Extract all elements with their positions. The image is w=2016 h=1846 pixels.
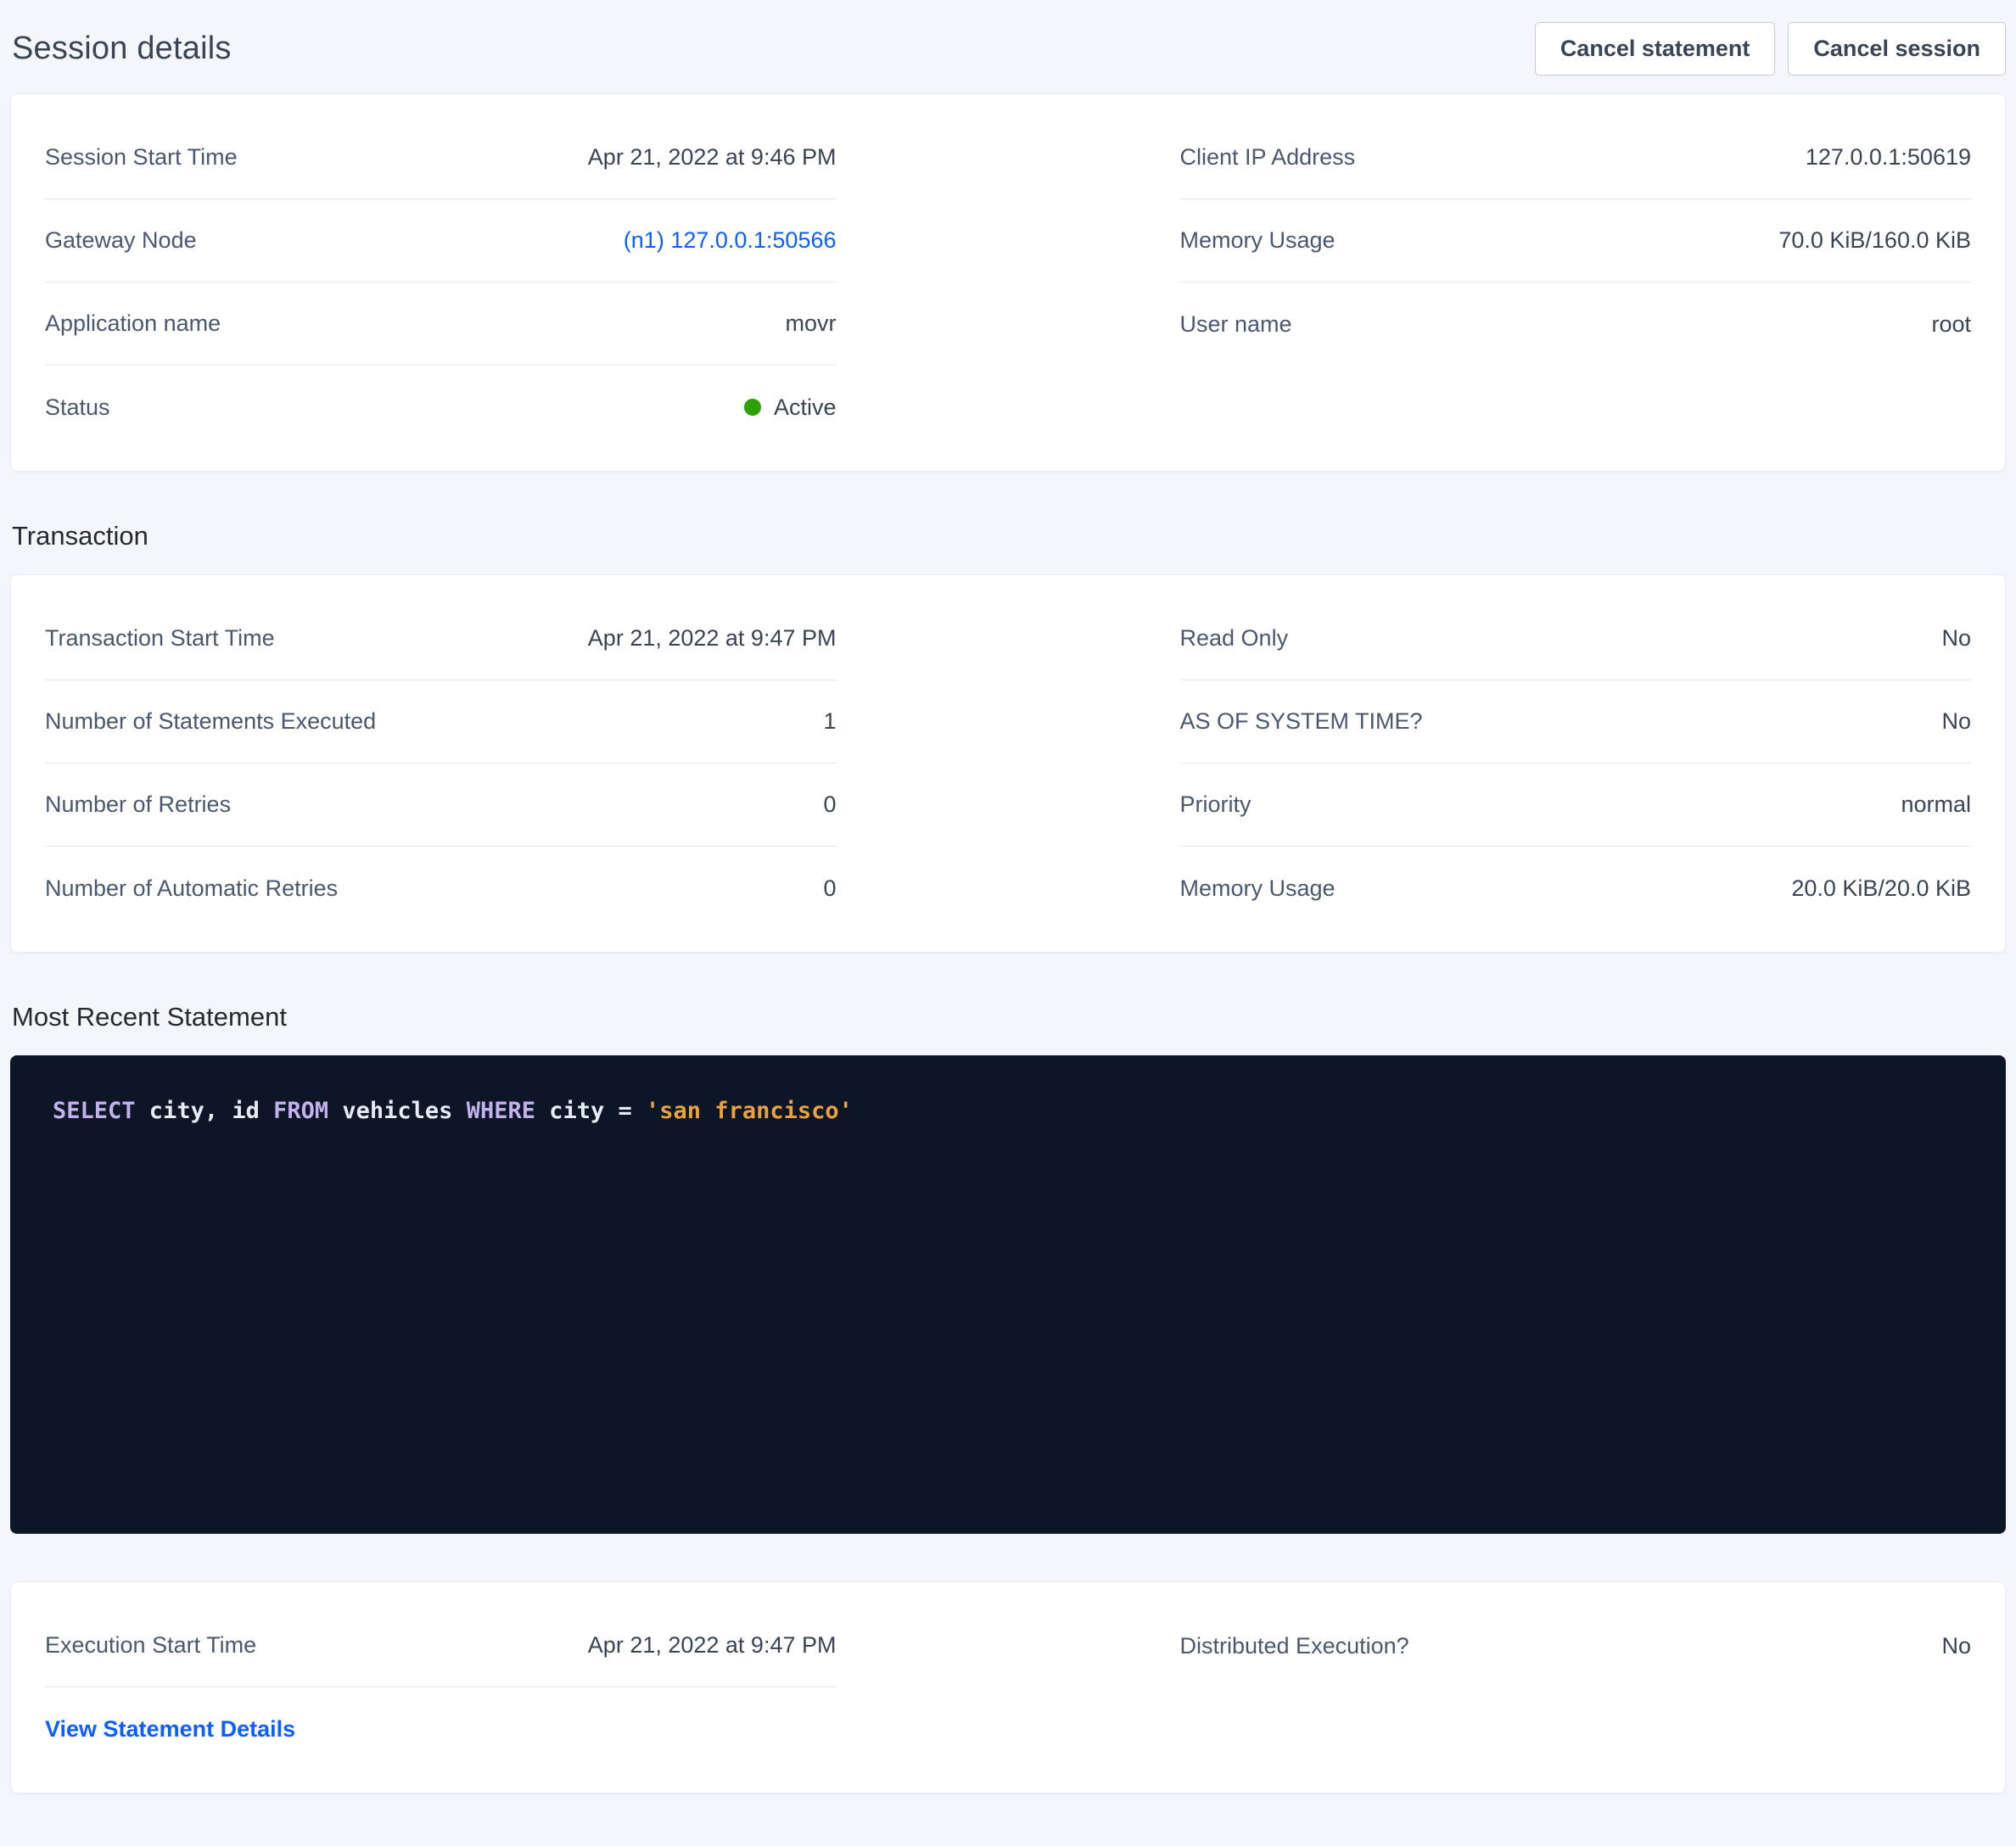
detail-label: Read Only — [1180, 625, 1289, 652]
detail-value: root — [1931, 311, 1971, 338]
as-of-system-time-row: AS OF SYSTEM TIME? No — [1180, 680, 1972, 764]
gateway-node-row: Gateway Node (n1) 127.0.0.1:50566 — [45, 199, 837, 282]
transaction-card-left-column: Transaction Start Time Apr 21, 2022 at 9… — [45, 597, 837, 930]
sql-token: city, id — [136, 1098, 274, 1124]
page-header: Session details Cancel statement Cancel … — [10, 0, 2006, 81]
detail-label: Memory Usage — [1180, 875, 1336, 902]
detail-value: 0 — [823, 875, 836, 902]
detail-label: AS OF SYSTEM TIME? — [1180, 708, 1423, 735]
status-row: Status Active — [45, 366, 837, 449]
transaction-card: Transaction Start Time Apr 21, 2022 at 9… — [10, 574, 2006, 953]
most-recent-statement-title: Most Recent Statement — [12, 1002, 2006, 1032]
detail-value: Apr 21, 2022 at 9:46 PM — [588, 144, 837, 171]
session-start-time-row: Session Start Time Apr 21, 2022 at 9:46 … — [45, 116, 837, 199]
statements-executed-row: Number of Statements Executed 1 — [45, 680, 837, 764]
user-name-row: User name root — [1180, 282, 1972, 366]
detail-value: 20.0 KiB/20.0 KiB — [1791, 875, 1971, 902]
status-active-dot-icon — [744, 399, 761, 416]
detail-label: Number of Automatic Retries — [45, 875, 338, 902]
detail-value: Apr 21, 2022 at 9:47 PM — [588, 625, 837, 652]
session-details-page: Session details Cancel statement Cancel … — [0, 0, 2016, 1793]
detail-value: No — [1941, 708, 1971, 735]
execution-start-time-row: Execution Start Time Apr 21, 2022 at 9:4… — [45, 1604, 837, 1687]
cancel-session-button[interactable]: Cancel session — [1788, 22, 2006, 76]
view-statement-details-link[interactable]: View Statement Details — [45, 1716, 295, 1743]
transaction-memory-usage-row: Memory Usage 20.0 KiB/20.0 KiB — [1180, 847, 1972, 930]
sql-token: city = — [535, 1098, 646, 1124]
sql-token: FROM — [273, 1098, 328, 1124]
detail-value: movr — [786, 310, 837, 337]
retries-row: Number of Retries 0 — [45, 764, 837, 847]
read-only-row: Read Only No — [1180, 597, 1972, 680]
transaction-card-right-column: Read Only No AS OF SYSTEM TIME? No Prior… — [1180, 597, 1972, 930]
detail-label: User name — [1180, 311, 1292, 338]
detail-label: Gateway Node — [45, 227, 197, 254]
detail-label: Priority — [1180, 792, 1252, 818]
priority-row: Priority normal — [1180, 764, 1972, 847]
distributed-execution-row: Distributed Execution? No — [1180, 1604, 1972, 1687]
sql-statement-box: SELECT city, id FROM vehicles WHERE city… — [10, 1055, 2006, 1534]
application-name-row: Application name movr — [45, 282, 837, 366]
detail-label: Number of Statements Executed — [45, 708, 376, 735]
execution-card-left-column: Execution Start Time Apr 21, 2022 at 9:4… — [45, 1604, 837, 1770]
session-card-left-column: Session Start Time Apr 21, 2022 at 9:46 … — [45, 116, 837, 449]
automatic-retries-row: Number of Automatic Retries 0 — [45, 847, 837, 930]
transaction-start-time-row: Transaction Start Time Apr 21, 2022 at 9… — [45, 597, 837, 680]
detail-label: Transaction Start Time — [45, 625, 275, 652]
page-title: Session details — [12, 31, 232, 67]
session-summary-card: Session Start Time Apr 21, 2022 at 9:46 … — [10, 93, 2006, 472]
sql-token: vehicles — [328, 1098, 467, 1124]
sql-token: SELECT — [53, 1098, 136, 1124]
status-value: Active — [774, 394, 837, 421]
detail-value: 1 — [823, 708, 836, 735]
detail-label: Number of Retries — [45, 792, 231, 818]
sql-token: 'san francisco' — [646, 1098, 853, 1124]
detail-label: Status — [45, 394, 110, 421]
detail-value: 0 — [823, 792, 836, 818]
cancel-statement-button[interactable]: Cancel statement — [1535, 22, 1776, 76]
detail-value: No — [1941, 625, 1971, 652]
detail-label: Distributed Execution? — [1180, 1633, 1409, 1659]
client-ip-row: Client IP Address 127.0.0.1:50619 — [1180, 116, 1972, 199]
detail-label: Application name — [45, 310, 221, 337]
detail-label: Memory Usage — [1180, 227, 1336, 254]
detail-value: 127.0.0.1:50619 — [1806, 144, 1971, 171]
gateway-node-link[interactable]: (n1) 127.0.0.1:50566 — [624, 227, 837, 254]
detail-value: 70.0 KiB/160.0 KiB — [1778, 227, 1971, 254]
transaction-section-title: Transaction — [12, 521, 2006, 551]
detail-value: Apr 21, 2022 at 9:47 PM — [588, 1632, 837, 1659]
view-statement-details-row: View Statement Details — [45, 1687, 837, 1770]
detail-label: Session Start Time — [45, 144, 238, 171]
session-card-right-column: Client IP Address 127.0.0.1:50619 Memory… — [1180, 116, 1972, 449]
session-memory-usage-row: Memory Usage 70.0 KiB/160.0 KiB — [1180, 199, 1972, 282]
status-badge: Active — [744, 394, 837, 421]
header-actions: Cancel statement Cancel session — [1535, 22, 2006, 76]
execution-card-right-column: Distributed Execution? No — [1180, 1604, 1972, 1770]
sql-token: WHERE — [467, 1098, 535, 1124]
detail-value: No — [1941, 1633, 1971, 1659]
detail-label: Client IP Address — [1180, 144, 1356, 171]
execution-card: Execution Start Time Apr 21, 2022 at 9:4… — [10, 1581, 2006, 1793]
detail-value: normal — [1901, 792, 1971, 818]
detail-label: Execution Start Time — [45, 1632, 256, 1659]
